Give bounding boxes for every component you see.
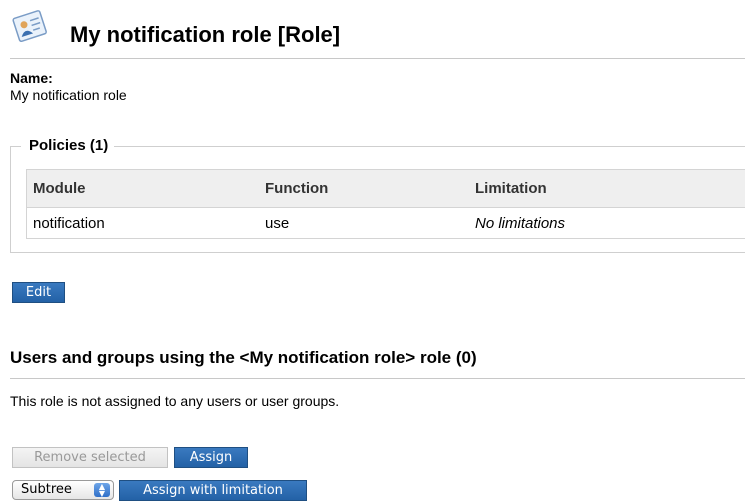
edit-button[interactable]: Edit bbox=[12, 282, 65, 303]
name-value: My notification role bbox=[10, 87, 127, 103]
policy-function-cell: use bbox=[259, 207, 469, 239]
limitation-select-value: Subtree bbox=[21, 482, 72, 497]
assign-button[interactable]: Assign bbox=[174, 447, 248, 468]
column-header-limitation: Limitation bbox=[469, 169, 745, 208]
policies-legend: Policies (1) bbox=[21, 137, 115, 154]
name-label: Name: bbox=[10, 70, 53, 86]
policy-limitation-cell: No limitations bbox=[469, 207, 745, 239]
policy-module-cell: notification bbox=[26, 207, 259, 239]
empty-assignments-message: This role is not assigned to any users o… bbox=[10, 393, 340, 409]
policies-table: Module Function Limitation notification … bbox=[26, 169, 745, 239]
table-row: notification use No limitations bbox=[26, 207, 745, 239]
updown-arrows-icon: ▲ ▼ bbox=[94, 483, 110, 498]
column-header-function: Function bbox=[259, 169, 469, 208]
remove-selected-button[interactable]: Remove selected bbox=[12, 447, 168, 468]
table-header-row: Module Function Limitation bbox=[26, 169, 745, 208]
policies-fieldset: Policies (1) Module Function Limitation … bbox=[10, 137, 745, 253]
column-header-module: Module bbox=[26, 169, 259, 208]
limitation-select[interactable]: Subtree ▲ ▼ bbox=[12, 480, 114, 500]
page-header: My notification role [Role] bbox=[10, 0, 745, 59]
role-icon bbox=[12, 10, 47, 43]
page-title: My notification role [Role] bbox=[70, 22, 341, 47]
assign-with-limitation-button[interactable]: Assign with limitation bbox=[119, 480, 307, 501]
users-section-title-text: Users and groups using the <My notificat… bbox=[10, 348, 477, 367]
users-section-title: Users and groups using the <My notificat… bbox=[10, 346, 745, 379]
